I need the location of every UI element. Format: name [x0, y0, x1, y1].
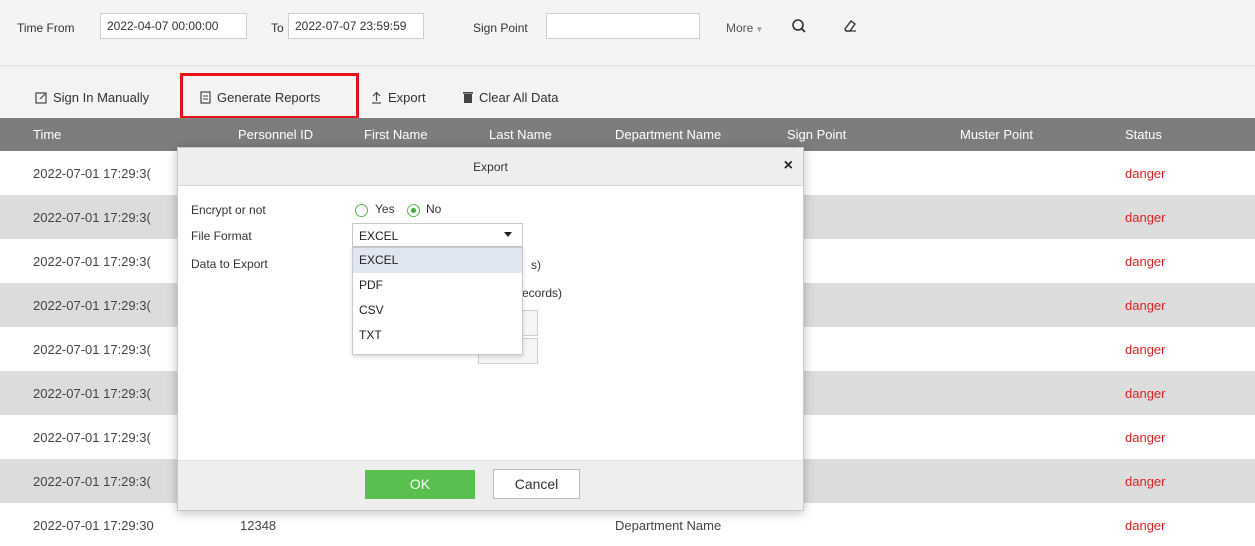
upload-icon — [372, 91, 381, 104]
trash-icon — [463, 92, 473, 103]
cell-time: 2022-07-01 17:29:3( — [33, 210, 151, 225]
cell-time: 2022-07-01 17:29:3( — [33, 166, 151, 181]
caret-down-icon: ▼ — [755, 25, 764, 34]
cancel-button[interactable]: Cancel — [493, 469, 580, 499]
sign-point-input[interactable] — [546, 13, 700, 39]
file-format-label: File Format — [191, 229, 252, 243]
column-header-personnel-id[interactable]: Personnel ID — [238, 127, 313, 142]
clear-all-data-label: Clear All Data — [479, 90, 559, 105]
encrypt-yes-label: Yes — [375, 202, 395, 216]
time-from-input[interactable]: 2022-04-07 00:00:00 — [100, 13, 247, 39]
more-dropdown[interactable]: More ▼ — [726, 21, 763, 35]
time-to-input[interactable]: 2022-07-07 23:59:59 — [288, 13, 424, 39]
export-option-text: ecords) — [522, 286, 563, 300]
cell-time: 2022-07-01 17:29:3( — [33, 298, 151, 313]
cell-status: danger — [1125, 474, 1166, 489]
format-option-pdf[interactable]: PDF — [353, 273, 522, 298]
cell-status: danger — [1125, 254, 1166, 269]
cell-time: 2022-07-01 17:29:3( — [33, 430, 151, 445]
cell-status: danger — [1125, 518, 1166, 533]
cell-time: 2022-07-01 17:29:3( — [33, 474, 151, 489]
column-header-first-name[interactable]: First Name — [364, 127, 428, 142]
cell-time: 2022-07-01 17:29:3( — [33, 254, 151, 269]
cell-status: danger — [1125, 298, 1166, 313]
encrypt-no-label: No — [426, 202, 442, 216]
filter-bar: Time From 2022-04-07 00:00:00 To 2022-07… — [0, 0, 1255, 66]
sign-point-label: Sign Point — [473, 21, 528, 35]
clear-all-data-button[interactable]: Clear All Data — [462, 90, 558, 105]
format-option-txt[interactable]: TXT — [353, 323, 522, 348]
column-header-department[interactable]: Department Name — [615, 127, 721, 142]
cell-status: danger — [1125, 166, 1166, 181]
format-option-csv[interactable]: CSV — [353, 298, 522, 323]
column-header-muster-point[interactable]: Muster Point — [960, 127, 1033, 142]
encrypt-label: Encrypt or not — [191, 203, 266, 217]
export-dialog: Export × Encrypt or not Yes No File Form… — [177, 147, 804, 511]
eraser-icon[interactable] — [837, 14, 863, 38]
time-from-label: Time From — [17, 21, 75, 35]
chevron-down-icon — [504, 232, 512, 237]
more-label: More — [726, 21, 754, 35]
encrypt-yes-radio[interactable] — [355, 204, 368, 217]
close-icon[interactable]: × — [784, 157, 793, 175]
cell-time: 2022-07-01 17:29:3( — [33, 386, 151, 401]
dialog-footer — [178, 460, 803, 510]
column-header-last-name[interactable]: Last Name — [489, 127, 552, 142]
sign-in-manually-button[interactable]: Sign In Manually — [35, 90, 149, 105]
file-format-dropdown: EXCEL PDF CSV TXT — [352, 247, 523, 355]
cell-time: 2022-07-01 17:29:30 — [33, 518, 154, 533]
encrypt-no-radio[interactable] — [407, 204, 420, 217]
sign-in-manually-label: Sign In Manually — [53, 90, 150, 105]
format-option-excel[interactable]: EXCEL — [353, 248, 522, 273]
column-header-time[interactable]: Time — [33, 127, 61, 142]
export-button[interactable]: Export — [370, 90, 426, 105]
export-label: Export — [388, 90, 426, 105]
dialog-header: Export × — [178, 148, 803, 186]
file-format-value: EXCEL — [359, 229, 399, 243]
cell-status: danger — [1125, 386, 1166, 401]
dialog-title: Export — [473, 160, 508, 174]
search-icon[interactable] — [786, 14, 812, 38]
cell-status: danger — [1125, 342, 1166, 357]
cell-status: danger — [1125, 210, 1166, 225]
data-to-export-label: Data to Export — [191, 257, 268, 271]
export-option-text: s) — [531, 258, 541, 272]
file-format-select[interactable]: EXCEL — [352, 223, 523, 247]
cell-department: Department Name — [615, 518, 722, 533]
cell-status: danger — [1125, 430, 1166, 445]
ok-button[interactable]: OK — [365, 470, 475, 499]
annotation-highlight — [180, 73, 359, 119]
to-label: To — [271, 21, 284, 35]
cell-time: 2022-07-01 17:29:3( — [33, 342, 151, 357]
column-header-status[interactable]: Status — [1125, 127, 1162, 142]
cell-personnel-id: 12348 — [240, 518, 277, 533]
edit-icon — [35, 92, 47, 104]
column-header-sign-point[interactable]: Sign Point — [787, 127, 846, 142]
